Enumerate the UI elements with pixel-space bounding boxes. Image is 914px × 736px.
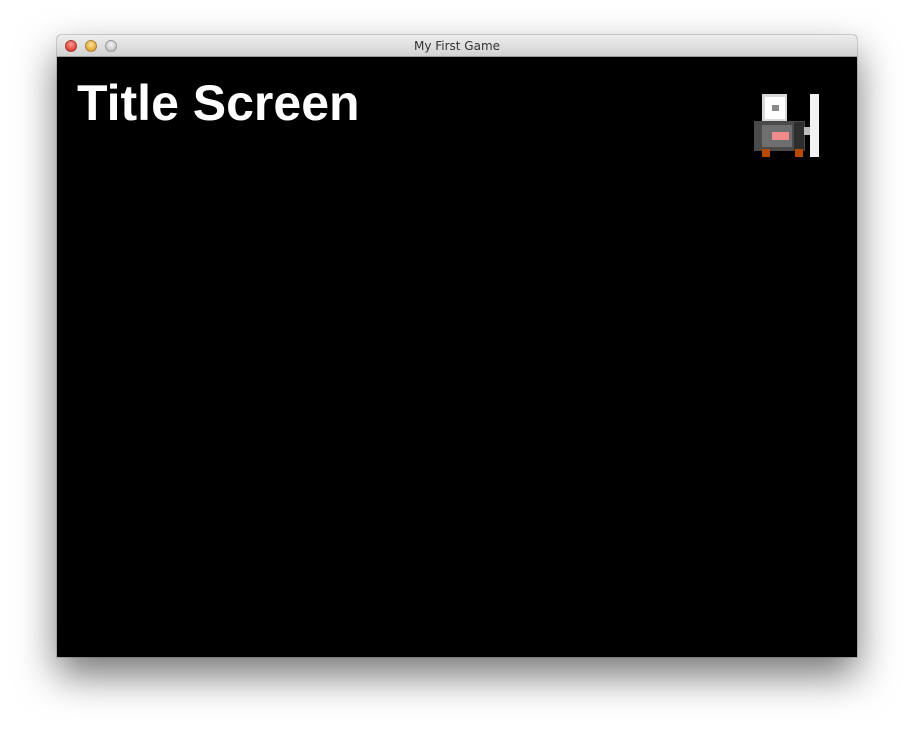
title-screen-heading: Title Screen (77, 75, 360, 131)
game-canvas[interactable]: Title Screen (57, 57, 857, 657)
title-bar[interactable]: My First Game (57, 35, 857, 57)
window-title: My First Game (413, 39, 501, 53)
game-window: My First Game Title Screen (57, 35, 857, 657)
pixel-knight-sprite-icon (754, 94, 819, 157)
